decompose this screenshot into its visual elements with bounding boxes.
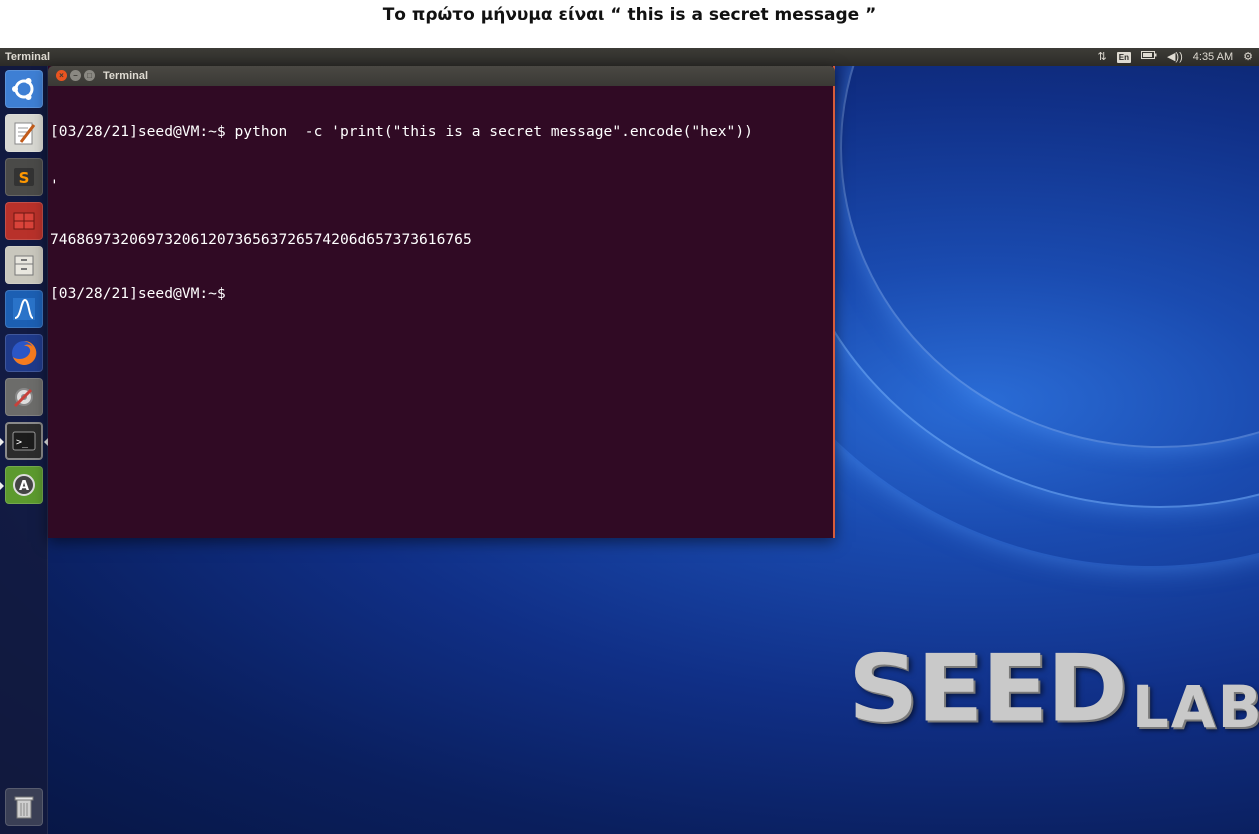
launcher-item-terminal[interactable]: >_ bbox=[5, 422, 43, 460]
terminal-window[interactable]: × – □ Terminal [03/28/21]seed@VM:~$ pyth… bbox=[48, 66, 835, 538]
active-app-title: Terminal bbox=[5, 51, 51, 63]
close-icon: × bbox=[59, 71, 64, 80]
software-updater-icon: A bbox=[13, 474, 35, 496]
terminal-line: [03/28/21]seed@VM:~$ python -c 'print("t… bbox=[50, 123, 753, 140]
battery-icon[interactable] bbox=[1140, 48, 1157, 66]
launcher-item-text-editor[interactable] bbox=[5, 114, 43, 152]
launcher-item-red-app[interactable] bbox=[5, 202, 43, 240]
ubuntu-logo-icon bbox=[12, 78, 34, 100]
seed-logo-text: SEED bbox=[848, 634, 1128, 744]
clock[interactable]: 4:35 AM bbox=[1193, 48, 1233, 66]
terminal-icon: >_ bbox=[12, 431, 36, 451]
launcher-item-system-settings[interactable] bbox=[5, 378, 43, 416]
keyboard-layout-indicator[interactable]: En bbox=[1116, 51, 1131, 63]
minimize-button[interactable]: – bbox=[70, 70, 81, 81]
top-panel: Terminal ⇅ En ◀)) 4:35 AM ⚙ bbox=[0, 48, 1259, 66]
file-cabinet-icon bbox=[14, 255, 34, 276]
launcher-item-ubuntu-dash[interactable] bbox=[5, 70, 43, 108]
launcher-item-file-manager[interactable] bbox=[5, 246, 43, 284]
red-app-icon bbox=[13, 212, 35, 230]
launcher-item-firefox[interactable] bbox=[5, 334, 43, 372]
launcher-item-trash[interactable] bbox=[5, 788, 43, 826]
document-caption: Το πρώτο μήνυμα είναι “ this is a secret… bbox=[0, 0, 1259, 48]
labs-logo-text: LABS bbox=[1131, 673, 1259, 741]
launcher-item-software-updater[interactable]: A bbox=[5, 466, 43, 504]
svg-text:>_: >_ bbox=[16, 437, 29, 448]
launcher-item-wireshark[interactable] bbox=[5, 290, 43, 328]
terminal-output[interactable]: [03/28/21]seed@VM:~$ python -c 'print("t… bbox=[50, 87, 831, 538]
svg-text:A: A bbox=[19, 479, 29, 494]
terminal-title: Terminal bbox=[103, 70, 149, 82]
text-editor-icon bbox=[14, 122, 36, 145]
volume-icon[interactable]: ◀)) bbox=[1167, 48, 1183, 66]
seedlabs-logo: SEED LABS bbox=[848, 640, 1259, 738]
minimize-icon: – bbox=[73, 71, 78, 80]
launcher: S >_ A bbox=[0, 66, 48, 834]
maximize-button[interactable]: □ bbox=[84, 70, 95, 81]
launcher-item-sublime-text[interactable]: S bbox=[5, 158, 43, 196]
firefox-icon bbox=[12, 340, 37, 365]
desktop: Terminal ⇅ En ◀)) 4:35 AM ⚙ S >_ A × – □… bbox=[0, 48, 1259, 834]
sublime-text-icon: S bbox=[14, 168, 34, 187]
gear-icon[interactable]: ⚙ bbox=[1243, 48, 1253, 66]
svg-text:S: S bbox=[19, 169, 30, 187]
wireshark-icon bbox=[13, 298, 35, 320]
terminal-prompt-line: [03/28/21]seed@VM:~$ bbox=[50, 285, 235, 302]
system-tray: ⇅ En ◀)) 4:35 AM ⚙ bbox=[1098, 48, 1253, 66]
running-indicator bbox=[0, 482, 4, 490]
running-indicator bbox=[0, 438, 4, 446]
network-arrows-icon[interactable]: ⇅ bbox=[1098, 48, 1107, 66]
maximize-icon: □ bbox=[87, 71, 92, 80]
trash-icon bbox=[14, 796, 34, 819]
terminal-line: ' bbox=[50, 177, 59, 194]
close-button[interactable]: × bbox=[56, 70, 67, 81]
terminal-line: 74686973206973206120736563726574206d6573… bbox=[50, 231, 472, 248]
terminal-titlebar[interactable]: × – □ Terminal bbox=[48, 66, 835, 86]
settings-tools-icon bbox=[13, 388, 33, 408]
